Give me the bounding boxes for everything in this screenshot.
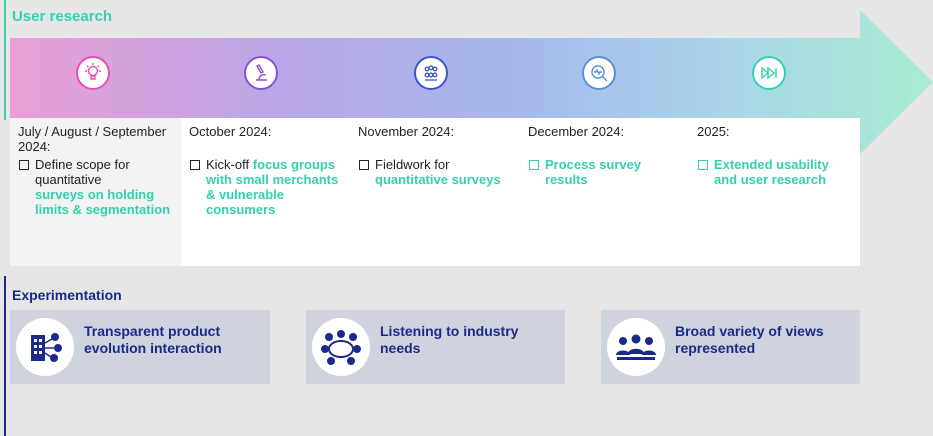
section-title-user-research: User research	[12, 8, 113, 25]
stage-date: 2025:	[697, 124, 730, 139]
timeline-stage-2025: 2025: Extended usability and user resear…	[697, 124, 857, 187]
stage-item-text: Fieldwork for	[375, 157, 450, 172]
timeline-stage-jul-sep: July / August / September 2024: Define s…	[18, 124, 178, 217]
experimentation-card-listening: Listening to industry needs	[306, 310, 565, 384]
fast-forward-icon	[752, 56, 786, 90]
stage-item: Define scope for quantitative surveys on…	[18, 157, 178, 217]
experimentation-card-views: Broad variety of views represented	[601, 310, 860, 384]
stage-date: July / August / September 2024:	[18, 124, 167, 154]
checkbox-icon	[190, 160, 200, 170]
checkbox-icon	[698, 160, 708, 170]
group-icon	[414, 56, 448, 90]
experimentation-accent-bar	[4, 276, 6, 436]
microscope-icon	[244, 56, 278, 90]
stage-date: November 2024:	[358, 124, 455, 139]
stage-date: October 2024:	[189, 124, 272, 139]
checkbox-icon	[359, 160, 369, 170]
stage-item-text: Kick-off	[206, 157, 250, 172]
timeline-stage-nov: November 2024: Fieldwork for quantitativ…	[358, 124, 518, 187]
stage-item-highlight: Extended usability and user research	[714, 157, 829, 187]
timeline-stage-dec: December 2024: Process survey results	[528, 124, 688, 187]
stage-item: Fieldwork for quantitative surveys	[358, 157, 518, 187]
checkbox-icon	[19, 160, 29, 170]
section-title-experimentation: Experimentation	[12, 287, 122, 303]
card-label: Listening to industry needs	[380, 323, 519, 356]
experimentation-card-transparent: Transparent product evolution interactio…	[10, 310, 270, 384]
user-research-accent-bar	[4, 0, 6, 120]
stage-item: Extended usability and user research	[697, 157, 857, 187]
people-group-icon	[607, 318, 665, 376]
stage-date: December 2024:	[528, 124, 625, 139]
stage-item: Kick-off focus groups with small merchan…	[189, 157, 349, 217]
magnifier-pulse-icon	[582, 56, 616, 90]
checkbox-icon	[529, 160, 539, 170]
building-network-icon	[16, 318, 74, 376]
lightbulb-icon	[76, 56, 110, 90]
stage-item-text: Define scope for quantitative	[35, 157, 130, 187]
meeting-table-icon	[312, 318, 370, 376]
stage-item-highlight: quantitative surveys	[375, 172, 501, 187]
stage-item: Process survey results	[528, 157, 688, 187]
card-label: Broad variety of views represented	[675, 323, 824, 356]
stage-item-highlight: Process survey results	[545, 157, 642, 187]
card-label: Transparent product evolution interactio…	[84, 323, 222, 356]
stage-item-highlight: surveys on holding limits & segmentation	[35, 187, 171, 217]
timeline-stage-oct: October 2024: Kick-off focus groups with…	[189, 124, 349, 217]
